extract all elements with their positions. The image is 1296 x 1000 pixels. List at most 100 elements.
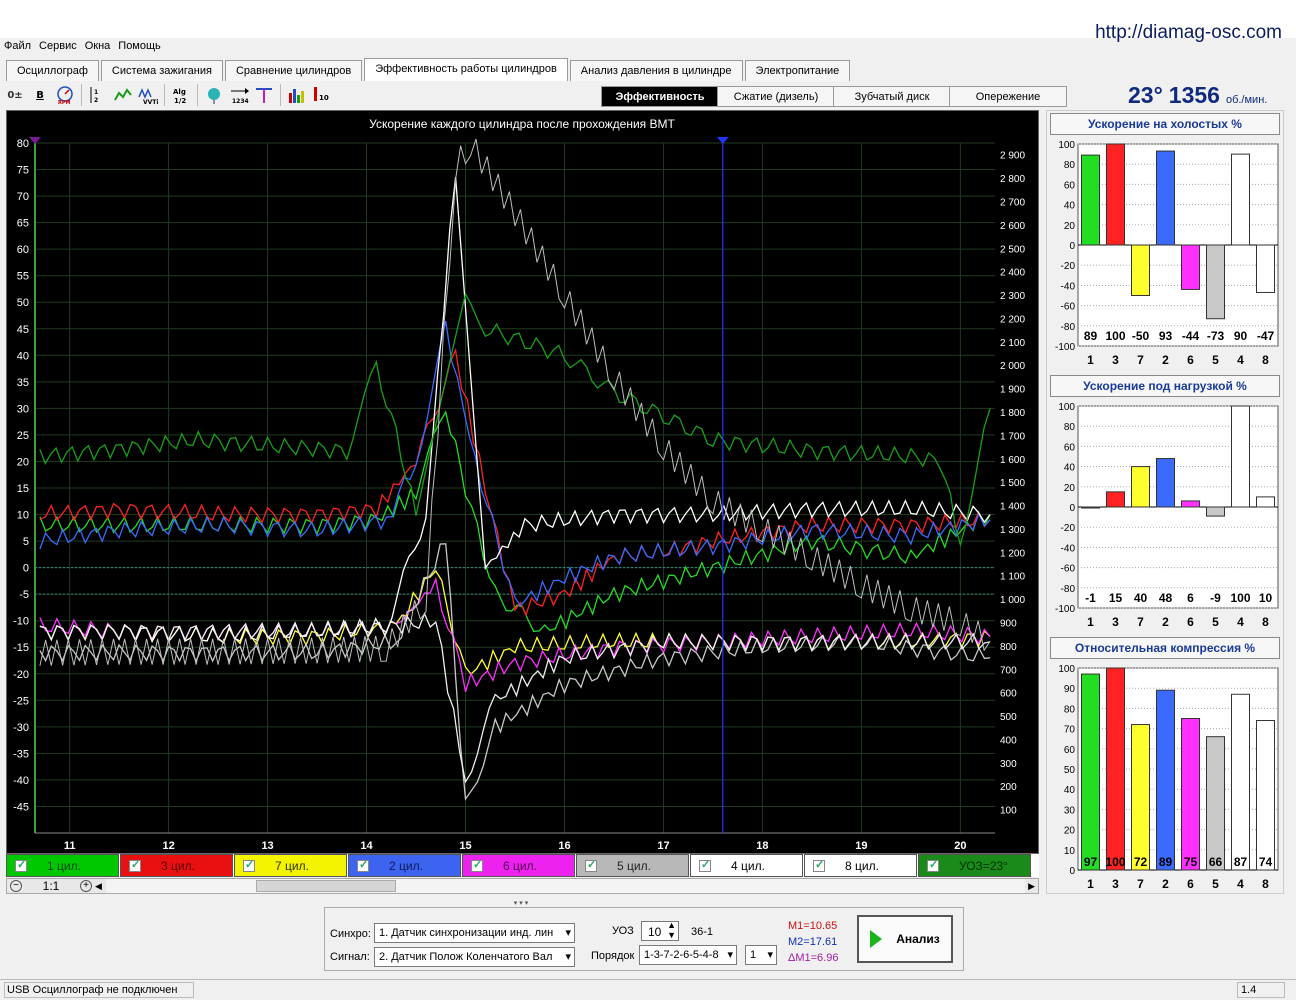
zoom-out-icon[interactable]: − bbox=[10, 880, 22, 892]
bar-category-label: 3 bbox=[1112, 877, 1119, 891]
panel-title-idle[interactable]: Ускорение на холостых % bbox=[1050, 113, 1280, 135]
oscillogram-chart[interactable]: Ускорение каждого цилиндра после прохожд… bbox=[6, 110, 1039, 854]
tab-power-supply[interactable]: Электропитание bbox=[744, 60, 851, 81]
bar-y-tick-label: 10 bbox=[1064, 846, 1076, 857]
scroll-left-icon[interactable]: ◀ bbox=[95, 881, 102, 892]
status-bar: USB Осциллограф не подключен 1.4 bbox=[0, 979, 1296, 1000]
marker-icon[interactable] bbox=[253, 84, 275, 106]
chart-svg[interactable]: Ускорение каждого цилиндра после прохожд… bbox=[7, 111, 1038, 853]
channel-checkbox[interactable] bbox=[357, 858, 369, 872]
vvti-icon[interactable]: VVTi bbox=[137, 84, 159, 106]
rpm-icon[interactable]: RPM bbox=[54, 84, 76, 106]
rpm-readout: 23° 1356 об./мин. bbox=[1128, 82, 1267, 109]
channel-checkbox[interactable] bbox=[585, 858, 597, 872]
legend-channel[interactable]: 5 цил. bbox=[576, 854, 689, 877]
ticks-icon[interactable]: 12 bbox=[87, 84, 109, 106]
stepper-down-icon[interactable]: ▼ bbox=[667, 930, 676, 940]
bar-cylinder-2 bbox=[1156, 150, 1175, 246]
y-left-tick-label: 35 bbox=[17, 377, 29, 389]
bar-cylinder-5 bbox=[1206, 736, 1225, 871]
panel-title-load[interactable]: Ускорение под нагрузкой % bbox=[1050, 375, 1280, 397]
tab-cylinder-efficiency[interactable]: Эффективность работы цилиндров bbox=[364, 58, 568, 81]
svg-text:1/2: 1/2 bbox=[174, 97, 186, 105]
channel-checkbox[interactable] bbox=[129, 858, 141, 872]
tab-cylinder-compare[interactable]: Сравнение цилиндров bbox=[224, 60, 363, 81]
analyze-button[interactable]: Анализ bbox=[857, 915, 953, 963]
bar-y-tick-label: -100 bbox=[1055, 342, 1075, 353]
bars-icon[interactable] bbox=[286, 84, 308, 106]
signal-select[interactable]: 2. Датчик Полож Коленчатого Вал bbox=[374, 947, 575, 967]
bar-cylinder-6 bbox=[1181, 244, 1200, 290]
bar-y-tick-label: 0 bbox=[1069, 241, 1075, 252]
zoom-label: 1:1 bbox=[42, 879, 60, 893]
offset-icon[interactable]: 0± bbox=[4, 84, 26, 106]
channel-checkbox[interactable] bbox=[243, 858, 255, 872]
menu-help[interactable]: Помощь bbox=[118, 40, 161, 56]
legend-channel[interactable]: 2 цил. bbox=[348, 854, 461, 877]
menu-service[interactable]: Сервис bbox=[39, 40, 77, 56]
bar-y-tick-label: 100 bbox=[1058, 140, 1075, 151]
relative-compression-chart: 1009080706050403020100971100372789275666… bbox=[1058, 664, 1279, 891]
bar-category-label: 7 bbox=[1137, 615, 1144, 629]
bar-cylinder-2 bbox=[1156, 458, 1175, 508]
horizontal-scrollbar[interactable] bbox=[105, 879, 1026, 893]
bar-cylinder-3 bbox=[1106, 143, 1125, 246]
filter-icon[interactable] bbox=[203, 84, 225, 106]
y-left-tick-label: -20 bbox=[13, 669, 29, 681]
uoz-stepper[interactable]: 10 ▲ ▼ bbox=[641, 920, 679, 941]
bar-value-label: 100 bbox=[1230, 591, 1250, 605]
bar-y-tick-label: -40 bbox=[1061, 543, 1076, 554]
bar-value-label: 100 bbox=[1105, 329, 1125, 343]
subtab-advance[interactable]: Опережение bbox=[949, 86, 1067, 107]
y-left-tick-label: 30 bbox=[17, 403, 29, 415]
tab-ignition[interactable]: Система зажигания bbox=[100, 60, 223, 81]
legend-channel[interactable]: 1 цил. bbox=[6, 854, 119, 877]
menu-windows[interactable]: Окна bbox=[85, 40, 111, 56]
legend-channel[interactable]: УОЗ=23° bbox=[918, 854, 1031, 877]
bar-category-label: 1 bbox=[1087, 353, 1094, 367]
bar-y-tick-label: 20 bbox=[1064, 826, 1076, 837]
sync-select[interactable]: 1. Датчик синхронизации инд. лин bbox=[374, 923, 575, 943]
order-number-select[interactable]: 1 bbox=[745, 945, 777, 965]
y-left-tick-label: -30 bbox=[13, 722, 29, 734]
bar-category-label: 6 bbox=[1187, 877, 1194, 891]
y-right-tick-label: 100 bbox=[1000, 806, 1017, 817]
legend-channel[interactable]: 6 цил. bbox=[462, 854, 575, 877]
status-connection: USB Осциллограф не подключен bbox=[4, 982, 194, 998]
bar-y-tick-label: 80 bbox=[1064, 160, 1076, 171]
channel-checkbox[interactable] bbox=[471, 858, 483, 872]
panel-splitter[interactable]: ▾ ▾ ▾ bbox=[4, 899, 1038, 907]
menu-file[interactable]: Файл bbox=[4, 40, 31, 56]
x-tick-label: 17 bbox=[657, 840, 669, 852]
legend-channel[interactable]: 8 цил. bbox=[804, 854, 917, 877]
stepper-up-icon[interactable]: ▲ bbox=[667, 920, 676, 930]
bold-icon[interactable]: B bbox=[29, 84, 51, 106]
channel-checkbox[interactable] bbox=[15, 858, 27, 872]
tab-oscilloscope[interactable]: Осциллограф bbox=[6, 60, 99, 81]
tab-pressure-analysis[interactable]: Анализ давления в цилиндре bbox=[569, 60, 743, 81]
site-url[interactable]: http://diamag-osc.com bbox=[1095, 22, 1282, 44]
channel-checkbox[interactable] bbox=[927, 858, 939, 872]
legend-channel[interactable]: 4 цил. bbox=[690, 854, 803, 877]
order-select[interactable]: 1-3-7-2-6-5-4-8 bbox=[639, 945, 737, 965]
subtab-compression[interactable]: Сжатие (дизель) bbox=[717, 86, 835, 107]
scroll-right-icon[interactable]: ▶ bbox=[1028, 881, 1035, 892]
zoom-in-icon[interactable]: + bbox=[80, 880, 92, 892]
algorithm-icon[interactable]: Alg 1/2 bbox=[170, 84, 192, 106]
car-icon[interactable]: 10 bbox=[311, 84, 333, 106]
bar-cylinder-8 bbox=[1256, 496, 1275, 508]
legend-channel[interactable]: 7 цил. bbox=[234, 854, 347, 877]
bar-category-label: 8 bbox=[1262, 877, 1269, 891]
order-icon[interactable]: 1234 bbox=[228, 84, 250, 106]
legend-channel[interactable]: 3 цил. bbox=[120, 854, 233, 877]
curve-icon[interactable] bbox=[112, 84, 134, 106]
subtab-efficiency[interactable]: Эффективность bbox=[601, 86, 719, 107]
subtab-tooth-disk[interactable]: Зубчатый диск bbox=[833, 86, 951, 107]
legend-label: 6 цил. bbox=[503, 858, 537, 873]
x-tick-label: 18 bbox=[756, 840, 768, 852]
bar-y-tick-label: -80 bbox=[1061, 584, 1076, 595]
panel-title-compression[interactable]: Относительная компрессия % bbox=[1050, 637, 1280, 659]
channel-checkbox[interactable] bbox=[699, 858, 711, 872]
scrollbar-thumb[interactable] bbox=[255, 880, 396, 892]
channel-checkbox[interactable] bbox=[813, 858, 825, 872]
